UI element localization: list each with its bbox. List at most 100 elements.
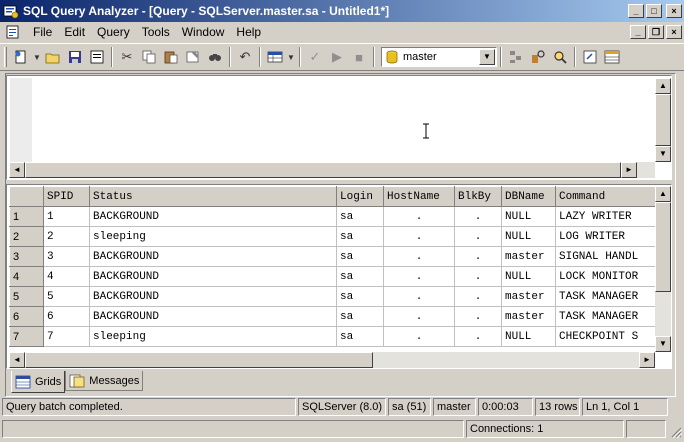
cell-spid[interactable]: 1 <box>43 206 90 227</box>
cell-status[interactable]: BACKGROUND <box>89 286 337 307</box>
cell-hostname[interactable]: . <box>383 326 455 347</box>
results-dropdown-icon[interactable]: ▼ <box>286 46 296 68</box>
menu-tools[interactable]: Tools <box>136 23 176 41</box>
scroll-right-icon[interactable]: ► <box>621 162 637 178</box>
cell-login[interactable]: sa <box>336 306 384 327</box>
parse-icon[interactable]: ✓ <box>304 46 326 68</box>
cell-dbname[interactable]: master <box>501 246 556 267</box>
child-minimize-button[interactable]: _ <box>630 25 646 39</box>
cell-spid[interactable]: 3 <box>43 246 90 267</box>
resize-grip-icon[interactable] <box>670 426 682 438</box>
results-vscroll-thumb[interactable] <box>655 202 671 292</box>
table-row[interactable]: 6 6 BACKGROUND sa.. master TASK MANAGER <box>9 306 656 327</box>
document-icon[interactable] <box>5 24 21 40</box>
cell-command[interactable]: SIGNAL HANDL <box>555 246 656 267</box>
column-header-status[interactable]: Status <box>89 186 337 207</box>
find-icon[interactable] <box>204 46 226 68</box>
menu-query[interactable]: Query <box>91 23 136 41</box>
copy-icon[interactable] <box>138 46 160 68</box>
cancel-query-icon[interactable]: ■ <box>348 46 370 68</box>
cell-hostname[interactable]: . <box>383 246 455 267</box>
table-row[interactable]: 3 3 BACKGROUND sa.. master SIGNAL HANDL <box>9 246 656 267</box>
object-search-icon[interactable] <box>527 46 549 68</box>
row-number[interactable]: 1 <box>9 206 44 227</box>
menu-help[interactable]: Help <box>230 23 267 41</box>
cell-blkby[interactable]: . <box>454 286 502 307</box>
cell-blkby[interactable]: . <box>454 226 502 247</box>
chevron-down-icon[interactable]: ▼ <box>479 49 495 65</box>
scroll-up-icon[interactable]: ▲ <box>655 186 671 202</box>
properties-icon[interactable] <box>579 46 601 68</box>
cell-spid[interactable]: 2 <box>43 226 90 247</box>
object-browser-icon[interactable] <box>505 46 527 68</box>
cell-dbname[interactable]: NULL <box>501 206 556 227</box>
cell-login[interactable]: sa <box>336 226 384 247</box>
maximize-button[interactable]: □ <box>646 4 662 18</box>
cut-icon[interactable]: ✂ <box>116 46 138 68</box>
cell-spid[interactable]: 4 <box>43 266 90 287</box>
cell-status[interactable]: BACKGROUND <box>89 206 337 227</box>
show-plan-icon[interactable] <box>549 46 571 68</box>
row-number[interactable]: 5 <box>9 286 44 307</box>
table-row[interactable]: 7 7 sleeping sa.. NULL CHECKPOINT S <box>9 326 656 347</box>
cell-blkby[interactable]: . <box>454 206 502 227</box>
scroll-up-icon[interactable]: ▲ <box>655 78 671 94</box>
tab-grids[interactable]: Grids <box>11 371 66 393</box>
cell-spid[interactable]: 7 <box>43 326 90 347</box>
results-grid[interactable]: SPID Status Login HostName BlkBy DBName … <box>6 184 672 369</box>
cell-hostname[interactable]: . <box>383 306 455 327</box>
cell-command[interactable]: TASK MANAGER <box>555 306 656 327</box>
scroll-down-icon[interactable]: ▼ <box>655 146 671 162</box>
editor-hscroll-thumb[interactable] <box>25 162 621 178</box>
column-header-login[interactable]: Login <box>336 186 384 207</box>
cell-command[interactable]: TASK MANAGER <box>555 286 656 307</box>
results-hscroll-thumb[interactable] <box>25 352 373 368</box>
tab-messages[interactable]: Messages <box>65 371 144 391</box>
child-close-button[interactable]: × <box>666 25 682 39</box>
scroll-down-icon[interactable]: ▼ <box>655 336 671 352</box>
cell-blkby[interactable]: . <box>454 306 502 327</box>
editor-vscroll-thumb[interactable] <box>655 94 671 146</box>
cell-command[interactable]: LOCK MONITOR <box>555 266 656 287</box>
cell-status[interactable]: BACKGROUND <box>89 246 337 267</box>
minimize-button[interactable]: _ <box>628 4 644 18</box>
row-number[interactable]: 3 <box>9 246 44 267</box>
column-header-dbname[interactable]: DBName <box>501 186 556 207</box>
menu-window[interactable]: Window <box>176 23 231 41</box>
grid-results-icon[interactable] <box>601 46 623 68</box>
cell-dbname[interactable]: master <box>501 306 556 327</box>
toolbar-grip[interactable] <box>4 47 7 67</box>
scroll-left-icon[interactable]: ◄ <box>9 162 25 178</box>
column-header-blkby[interactable]: BlkBy <box>454 186 502 207</box>
row-number[interactable]: 7 <box>9 326 44 347</box>
load-sql-icon[interactable] <box>86 46 108 68</box>
results-horizontal-scrollbar[interactable]: ◄ ► <box>9 352 655 368</box>
cell-login[interactable]: sa <box>336 266 384 287</box>
cell-hostname[interactable]: . <box>383 286 455 307</box>
cell-login[interactable]: sa <box>336 286 384 307</box>
cell-hostname[interactable]: . <box>383 266 455 287</box>
clear-window-icon[interactable] <box>182 46 204 68</box>
cell-login[interactable]: sa <box>336 246 384 267</box>
row-number[interactable]: 4 <box>9 266 44 287</box>
corner-header[interactable] <box>9 186 44 207</box>
cell-hostname[interactable]: . <box>383 206 455 227</box>
editor-horizontal-scrollbar[interactable]: ◄ ► <box>9 162 655 178</box>
cell-hostname[interactable]: . <box>383 226 455 247</box>
open-icon[interactable] <box>42 46 64 68</box>
column-header-command[interactable]: Command <box>555 186 656 207</box>
new-query-icon[interactable] <box>10 46 32 68</box>
scroll-right-icon[interactable]: ► <box>639 352 655 368</box>
cell-blkby[interactable]: . <box>454 266 502 287</box>
column-header-spid[interactable]: SPID <box>43 186 90 207</box>
cell-blkby[interactable]: . <box>454 246 502 267</box>
new-dropdown-icon[interactable]: ▼ <box>32 46 42 68</box>
cell-dbname[interactable]: NULL <box>501 266 556 287</box>
cell-command[interactable]: CHECKPOINT S <box>555 326 656 347</box>
editor-vertical-scrollbar[interactable]: ▲ ▼ <box>655 78 671 162</box>
cell-dbname[interactable]: master <box>501 286 556 307</box>
cell-status[interactable]: sleeping <box>89 226 337 247</box>
results-mode-icon[interactable] <box>264 46 286 68</box>
cell-login[interactable]: sa <box>336 206 384 227</box>
undo-icon[interactable]: ↶ <box>234 46 256 68</box>
